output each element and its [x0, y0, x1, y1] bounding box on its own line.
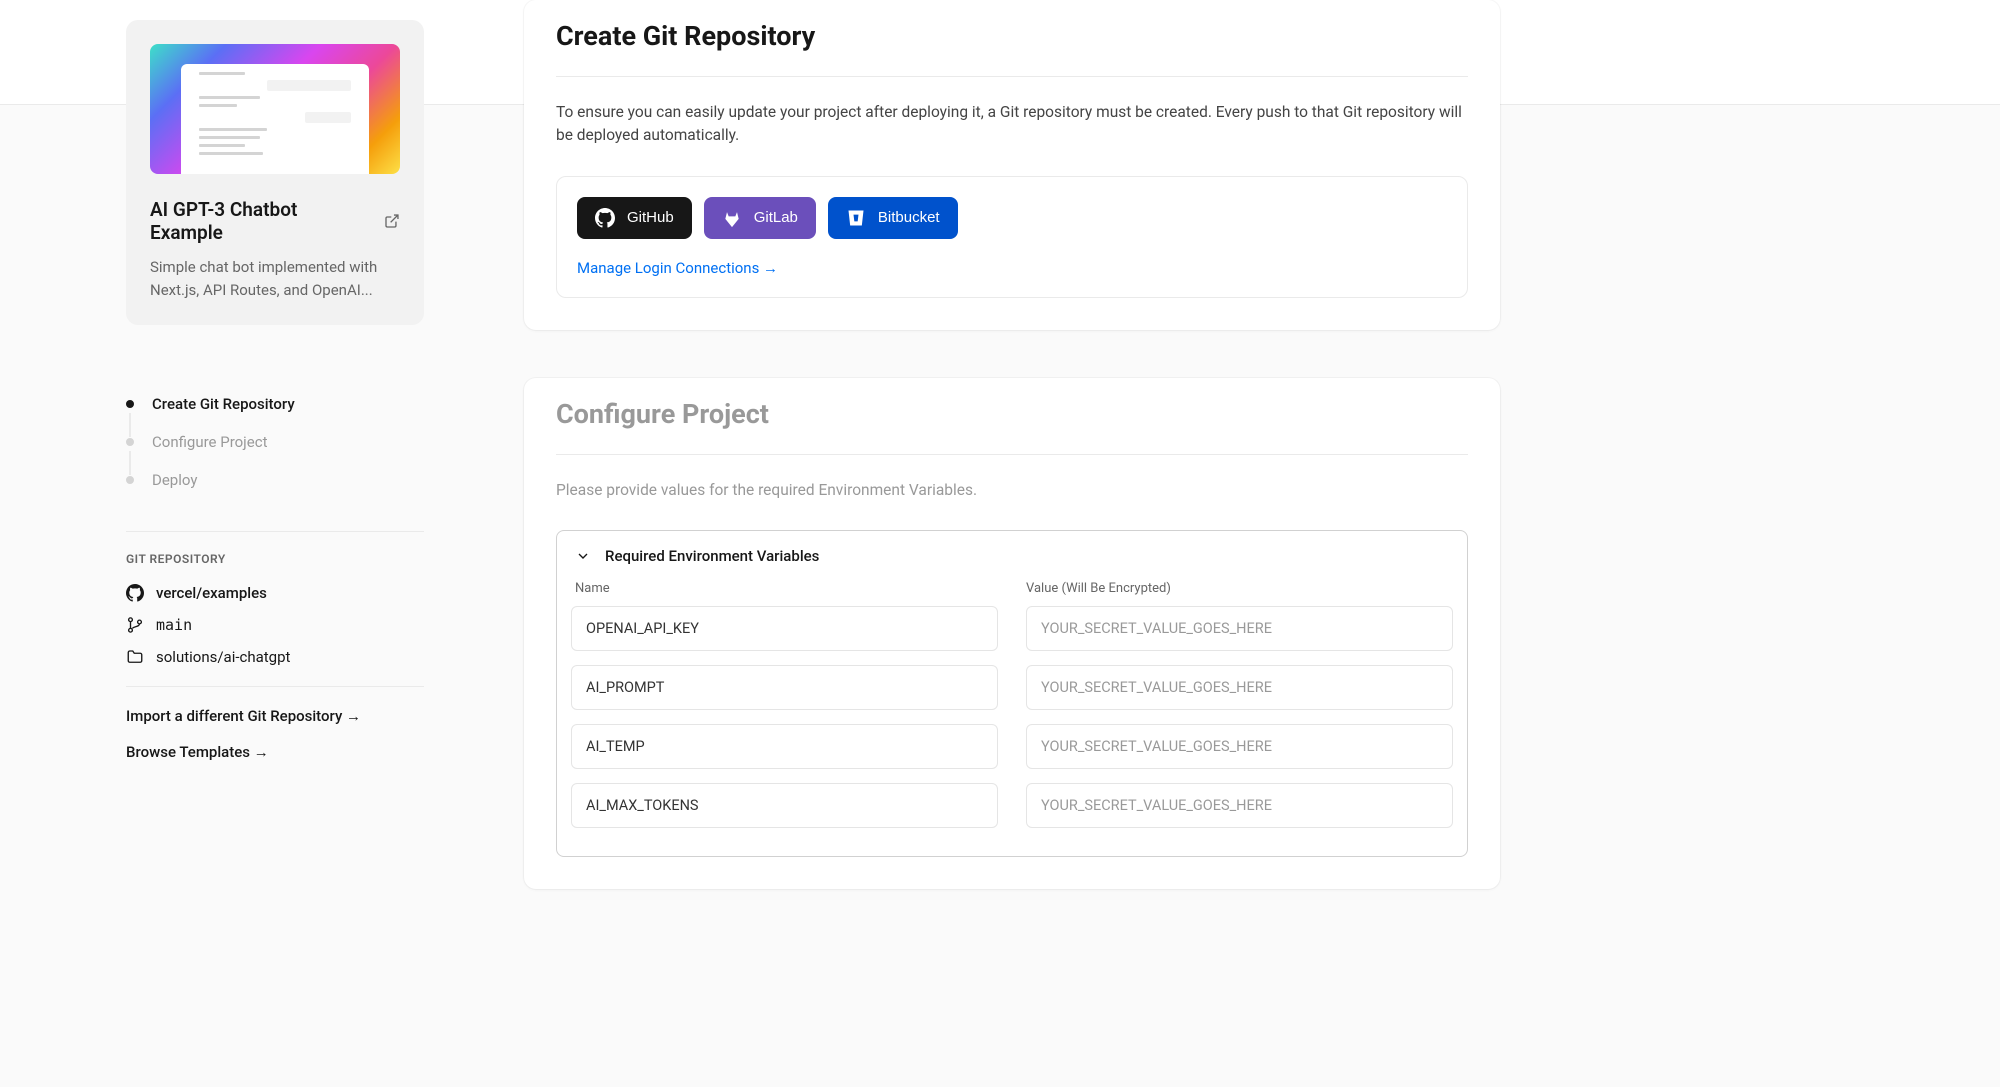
- bitbucket-button[interactable]: Bitbucket: [828, 197, 958, 239]
- env-value-input[interactable]: [1026, 724, 1453, 769]
- browse-templates-link[interactable]: Browse Templates →: [126, 743, 424, 761]
- env-name-input[interactable]: [571, 606, 998, 651]
- repo-branch-row: main: [126, 616, 424, 634]
- folder-icon: [126, 648, 144, 666]
- env-value-input[interactable]: [1026, 783, 1453, 828]
- panel-title: Configure Project: [556, 378, 1468, 454]
- panel-description: Please provide values for the required E…: [556, 479, 1468, 502]
- env-value-column-label: Value (Will Be Encrypted): [1026, 581, 1449, 596]
- branch-icon: [126, 616, 144, 634]
- step-create-git-repo: Create Git Repository: [126, 385, 424, 423]
- step-configure-project: Configure Project: [126, 423, 424, 461]
- git-repository-section-label: GIT REPOSITORY: [126, 552, 424, 566]
- bitbucket-icon: [846, 208, 866, 228]
- manage-login-connections-link[interactable]: Manage Login Connections →: [577, 259, 778, 277]
- external-link-icon[interactable]: [384, 213, 400, 229]
- panel-title: Create Git Repository: [556, 0, 1468, 76]
- gitlab-button[interactable]: GitLab: [704, 197, 816, 239]
- project-title: AI GPT-3 Chatbot Example: [150, 198, 374, 244]
- repo-folder-row: solutions/ai-chatgpt: [126, 648, 424, 666]
- gitlab-icon: [722, 208, 742, 228]
- repo-name-row: vercel/examples: [126, 584, 424, 602]
- divider: [126, 531, 424, 532]
- project-description: Simple chat bot implemented with Next.js…: [150, 256, 400, 301]
- panel-description: To ensure you can easily update your pro…: [556, 101, 1468, 148]
- divider: [126, 686, 424, 687]
- step-deploy: Deploy: [126, 461, 424, 499]
- env-value-input[interactable]: [1026, 665, 1453, 710]
- chevron-down-icon: [575, 548, 591, 564]
- github-icon: [595, 208, 615, 228]
- project-thumbnail: [150, 44, 400, 174]
- env-value-input[interactable]: [1026, 606, 1453, 651]
- env-name-column-label: Name: [575, 581, 998, 596]
- configure-project-panel: Configure Project Please provide values …: [524, 378, 1500, 889]
- env-vars-box: Required Environment Variables Name Valu…: [556, 530, 1468, 857]
- env-name-input[interactable]: [571, 724, 998, 769]
- import-different-repo-link[interactable]: Import a different Git Repository →: [126, 707, 424, 725]
- env-row: [571, 783, 1453, 828]
- steps-list: Create Git Repository Configure Project …: [126, 385, 424, 499]
- env-name-input[interactable]: [571, 783, 998, 828]
- git-provider-box: GitHub GitLab Bitbucket: [556, 176, 1468, 298]
- github-button[interactable]: GitHub: [577, 197, 692, 239]
- env-vars-toggle[interactable]: Required Environment Variables: [557, 531, 1467, 581]
- env-row: [571, 724, 1453, 769]
- env-row: [571, 665, 1453, 710]
- env-name-input[interactable]: [571, 665, 998, 710]
- project-card: AI GPT-3 Chatbot Example Simple chat bot…: [126, 20, 424, 325]
- create-git-repo-panel: Create Git Repository To ensure you can …: [524, 0, 1500, 330]
- env-row: [571, 606, 1453, 651]
- github-icon: [126, 584, 144, 602]
